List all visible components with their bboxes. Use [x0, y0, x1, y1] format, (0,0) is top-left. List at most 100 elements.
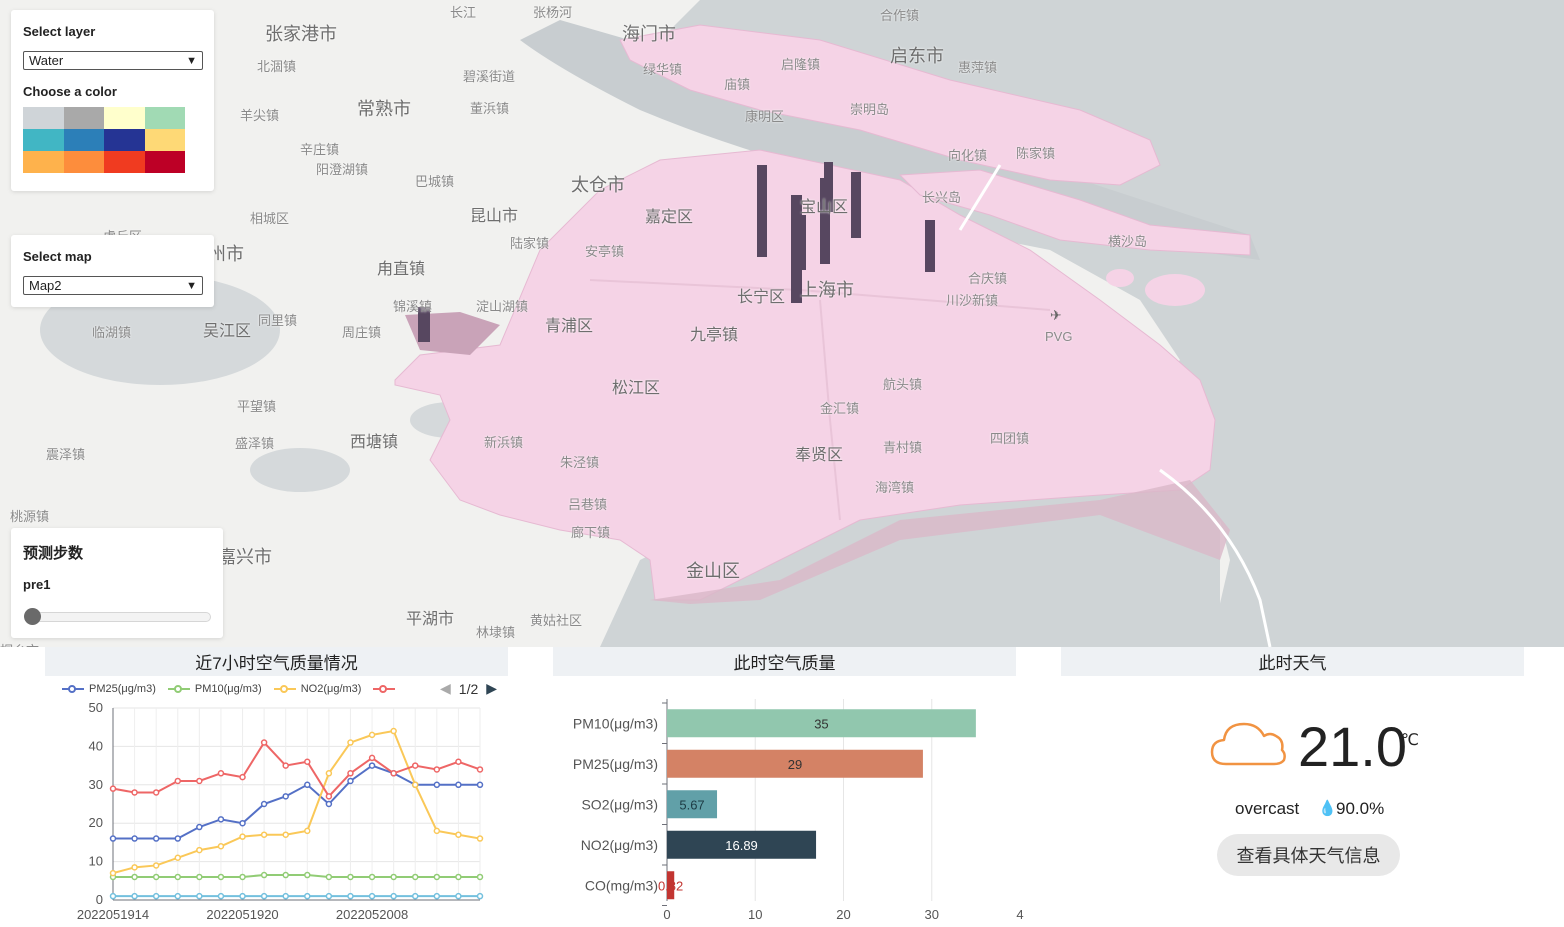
data-point[interactable] — [282, 762, 289, 769]
data-point[interactable] — [304, 892, 311, 900]
data-point[interactable] — [411, 762, 419, 769]
data-point[interactable] — [109, 785, 117, 792]
data-point[interactable] — [455, 892, 462, 900]
data-point[interactable] — [390, 892, 397, 900]
data-point[interactable] — [347, 739, 354, 746]
data-point[interactable] — [174, 777, 182, 785]
data-point[interactable] — [217, 892, 225, 900]
data-point[interactable] — [390, 770, 397, 777]
data-point[interactable] — [239, 833, 246, 840]
data-point[interactable] — [152, 789, 160, 796]
data-point[interactable] — [282, 892, 289, 900]
data-point[interactable] — [304, 781, 311, 789]
color-swatch[interactable] — [104, 129, 145, 151]
color-swatch[interactable] — [144, 107, 185, 129]
data-point[interactable] — [152, 873, 160, 881]
data-point[interactable] — [196, 777, 203, 785]
data-point[interactable] — [174, 892, 182, 900]
data-point[interactable] — [304, 827, 311, 835]
data-point[interactable] — [476, 781, 484, 789]
data-point[interactable] — [347, 777, 354, 785]
data-point[interactable] — [131, 892, 138, 900]
legend-item[interactable]: PM10(μg/m3) — [167, 683, 262, 695]
legend-item[interactable]: PM25(μg/m3) — [62, 683, 156, 695]
data-point[interactable] — [433, 766, 441, 773]
data-point[interactable] — [152, 892, 160, 900]
map-select[interactable]: Map2 ▼ — [23, 276, 203, 295]
color-swatch[interactable] — [63, 107, 104, 129]
color-swatch[interactable] — [23, 107, 64, 129]
color-swatch[interactable] — [144, 151, 185, 173]
data-point[interactable] — [196, 873, 203, 881]
data-point[interactable] — [152, 835, 160, 842]
data-point[interactable] — [174, 854, 182, 862]
data-point[interactable] — [411, 873, 419, 881]
data-point[interactable] — [325, 892, 333, 900]
data-point[interactable] — [325, 800, 333, 808]
data-point[interactable] — [196, 892, 203, 900]
legend-item[interactable]: NO2(μg/m3) — [273, 683, 361, 695]
data-point[interactable] — [433, 827, 441, 835]
data-point[interactable] — [476, 766, 484, 773]
data-point[interactable] — [347, 892, 354, 900]
data-point[interactable] — [433, 892, 441, 900]
data-point[interactable] — [217, 816, 225, 823]
data-point[interactable] — [411, 781, 419, 789]
prev-page-icon[interactable]: ◀ — [440, 680, 451, 697]
data-point[interactable] — [411, 892, 419, 900]
data-point[interactable] — [325, 770, 333, 777]
data-point[interactable] — [390, 873, 397, 881]
data-point[interactable] — [109, 835, 117, 842]
data-point[interactable] — [131, 789, 138, 796]
data-point[interactable] — [260, 739, 268, 746]
data-point[interactable] — [368, 873, 376, 881]
data-point[interactable] — [476, 835, 484, 842]
data-point[interactable] — [131, 864, 138, 871]
weather-detail-button[interactable]: 查看具体天气信息 — [1217, 834, 1400, 876]
data-point[interactable] — [239, 819, 246, 827]
data-point[interactable] — [174, 873, 182, 881]
map-view[interactable]: ✈ 张家港市 海门市 启东市 常熟市 太仓市 苏州市 上海市 嘉定区 青浦区 松江区 长宁区 宝山区奉… — [0, 0, 1564, 647]
color-swatch[interactable] — [23, 151, 64, 173]
color-swatch[interactable] — [104, 151, 145, 173]
next-page-icon[interactable]: ▶ — [486, 680, 497, 697]
data-point[interactable] — [282, 831, 289, 838]
data-point[interactable] — [368, 731, 376, 739]
data-point[interactable] — [196, 846, 203, 854]
data-point[interactable] — [109, 892, 117, 900]
data-point[interactable] — [347, 873, 354, 881]
data-point[interactable] — [433, 873, 441, 881]
data-point[interactable] — [476, 873, 484, 881]
data-point[interactable] — [217, 842, 225, 850]
data-point[interactable] — [455, 831, 462, 838]
data-point[interactable] — [325, 793, 333, 800]
data-point[interactable] — [260, 800, 268, 808]
data-point[interactable] — [455, 758, 462, 766]
data-point[interactable] — [152, 862, 160, 869]
color-swatch[interactable] — [144, 129, 185, 151]
data-point[interactable] — [282, 793, 289, 800]
data-point[interactable] — [131, 835, 138, 842]
data-point[interactable] — [239, 892, 246, 900]
color-swatch[interactable] — [23, 129, 64, 151]
color-swatch[interactable] — [104, 107, 145, 129]
data-point[interactable] — [239, 873, 246, 881]
data-point[interactable] — [260, 831, 268, 838]
data-point[interactable] — [304, 758, 311, 766]
data-point[interactable] — [390, 727, 397, 735]
data-point[interactable] — [131, 873, 138, 881]
color-swatch[interactable] — [63, 151, 104, 173]
data-point[interactable] — [368, 762, 376, 769]
prediction-slider-track[interactable] — [26, 612, 211, 622]
data-point[interactable] — [239, 773, 246, 781]
data-point[interactable] — [476, 892, 484, 900]
data-point[interactable] — [433, 781, 441, 789]
data-point[interactable] — [282, 871, 289, 879]
data-point[interactable] — [455, 873, 462, 881]
data-point[interactable] — [217, 770, 225, 777]
data-point[interactable] — [260, 892, 268, 900]
data-point[interactable] — [109, 869, 117, 877]
data-point[interactable] — [368, 754, 376, 762]
data-point[interactable] — [174, 835, 182, 842]
legend-item[interactable] — [373, 684, 400, 694]
